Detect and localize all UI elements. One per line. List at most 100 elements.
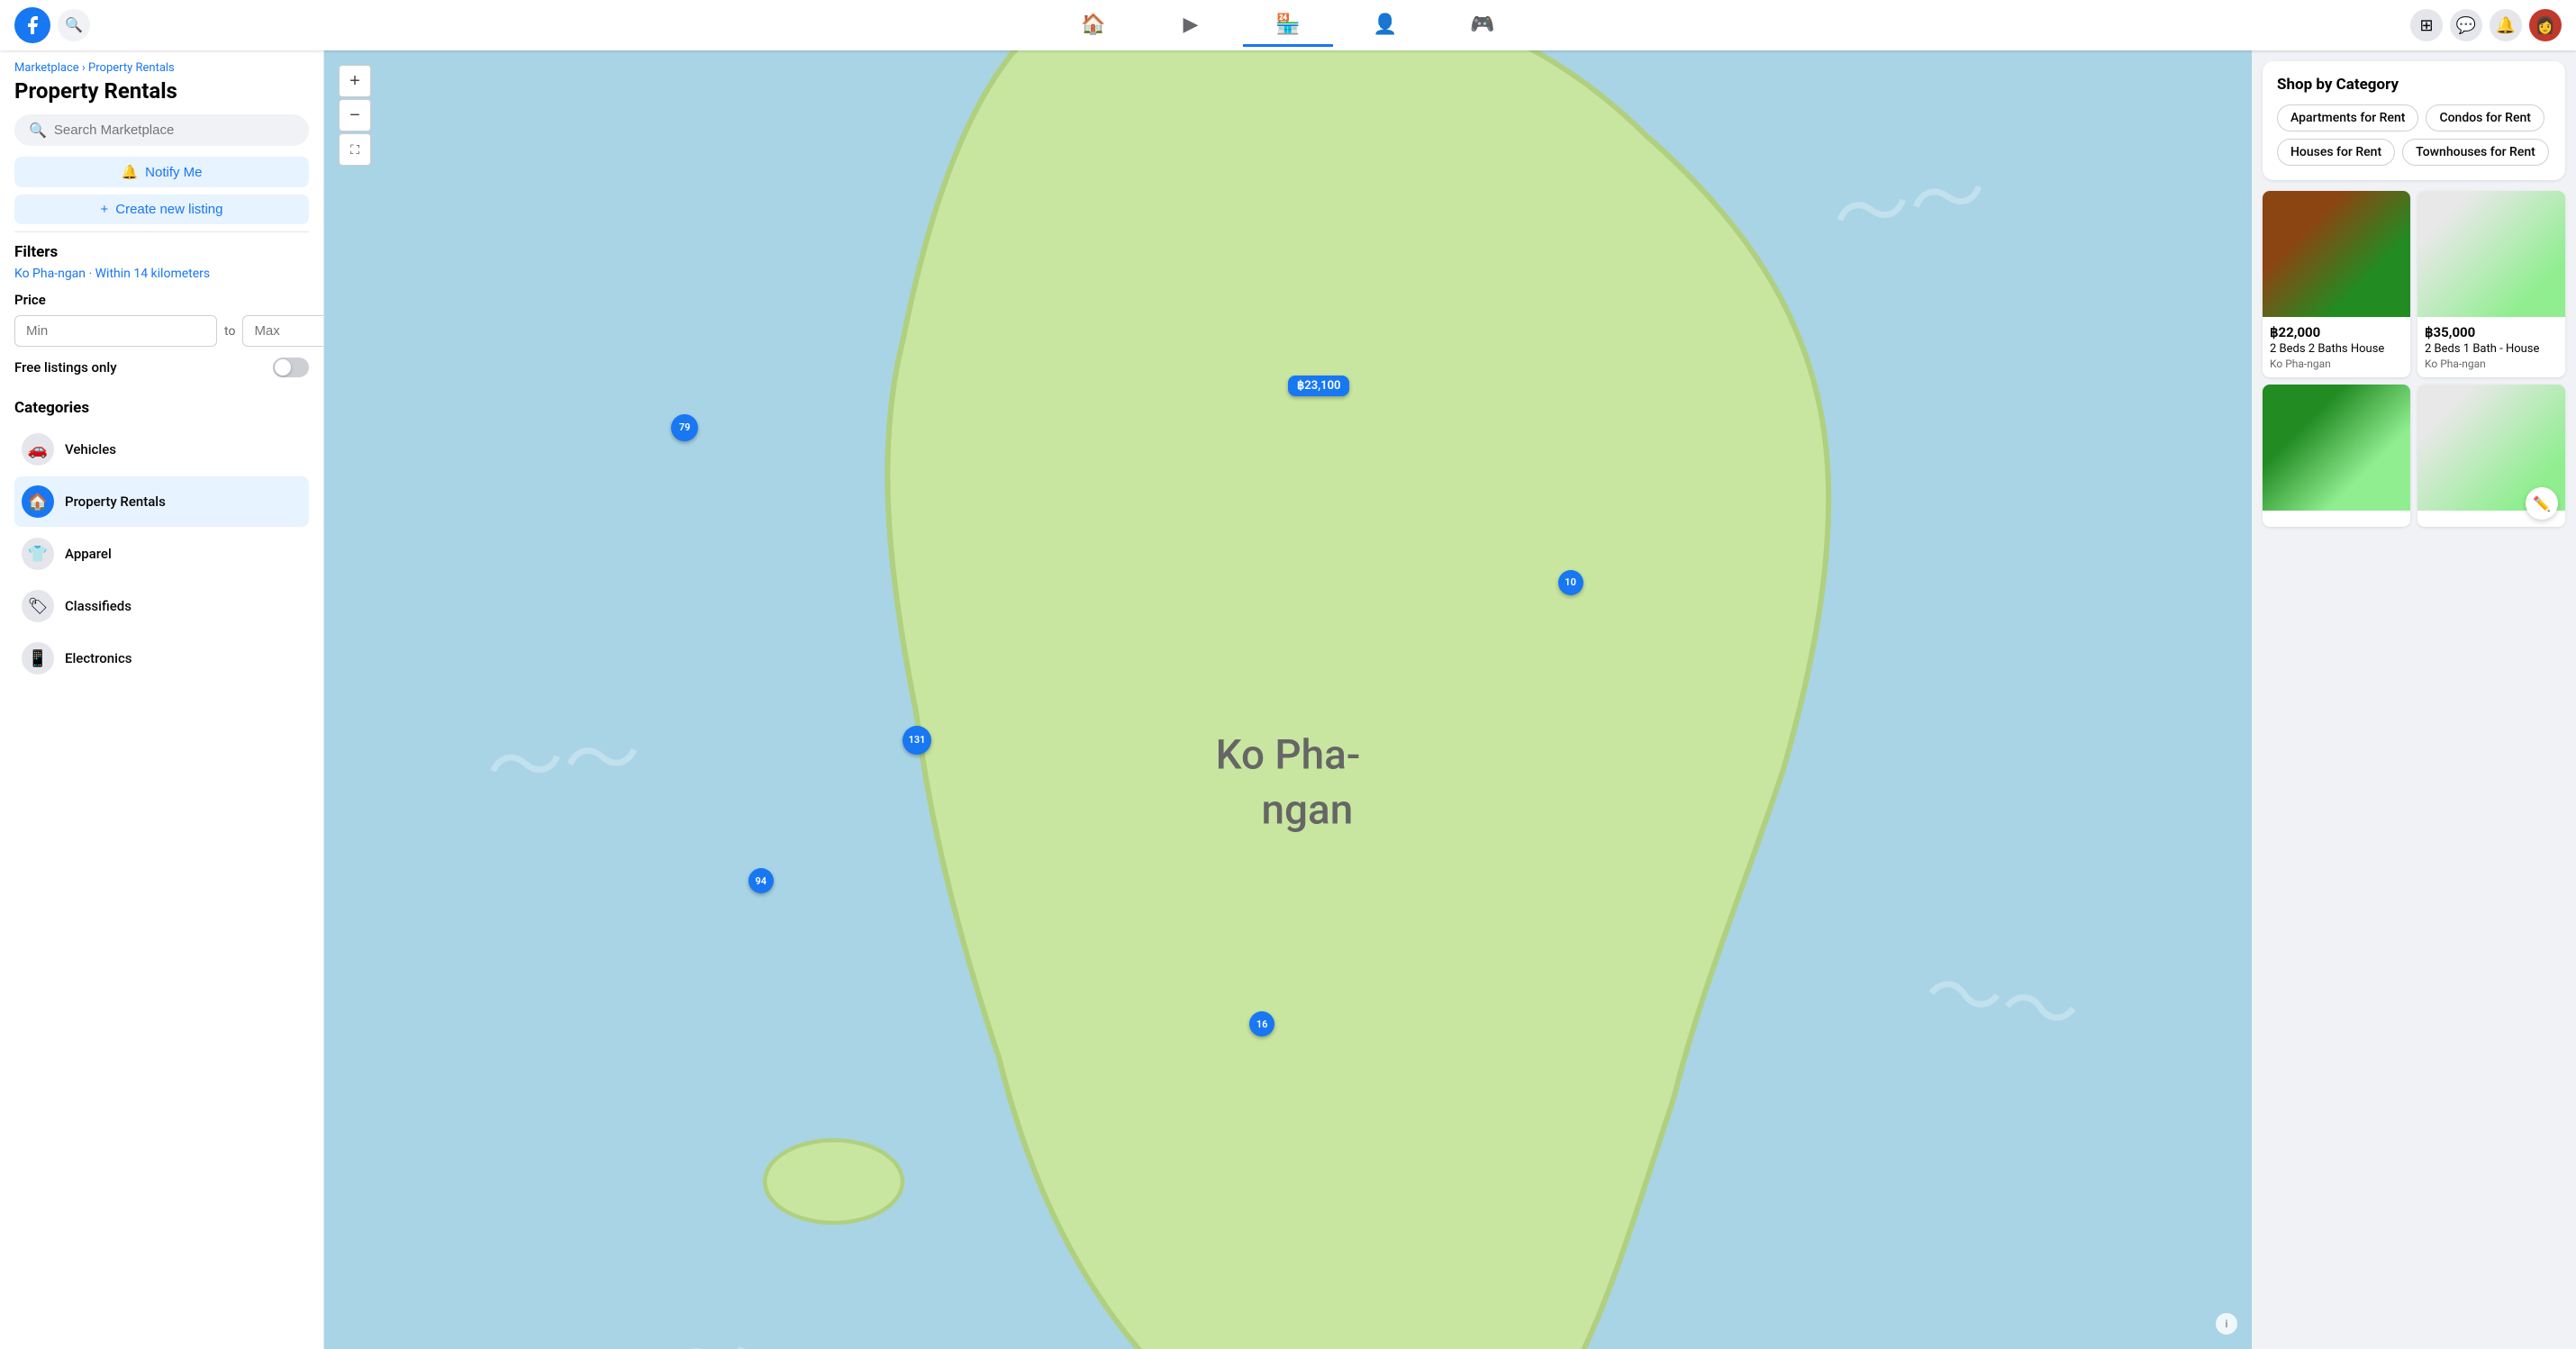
- electronics-label: Electronics: [65, 650, 132, 666]
- property-rentals-icon: 🏠: [22, 485, 54, 518]
- listing-info-2: ฿35,000 2 Beds 1 Bath - House Ko Pha-nga…: [2417, 317, 2565, 377]
- grid-icon[interactable]: ⊞: [2410, 9, 2443, 41]
- breadcrumb-marketplace[interactable]: Marketplace: [14, 61, 79, 75]
- svg-text:〜〜: 〜〜: [484, 711, 645, 815]
- svg-text:Ko Pha-: Ko Pha-: [1216, 730, 1361, 779]
- property-rentals-label: Property Rentals: [65, 493, 166, 510]
- messenger-icon[interactable]: 💬: [2450, 9, 2482, 41]
- map-zoom-out-button[interactable]: −: [339, 99, 371, 131]
- nav-right: ⊞ 💬 🔔 👩: [1925, 9, 2562, 41]
- shop-by-category-card: Shop by Category Apartments for Rent Con…: [2263, 61, 2565, 180]
- search-icon: 🔍: [29, 122, 47, 139]
- tag-houses[interactable]: Houses for Rent: [2277, 139, 2395, 166]
- listing-info-3: [2263, 511, 2410, 527]
- toggle-knob: [275, 359, 291, 376]
- breadcrumb-current: Property Rentals: [88, 61, 175, 75]
- nav-left: 🔍: [14, 7, 651, 43]
- nav-gaming-button[interactable]: 🎮: [1438, 4, 1528, 47]
- price-to-label: to: [224, 324, 235, 339]
- bell-icon: 🔔: [121, 164, 138, 180]
- listings-grid: ฿22,000 2 Beds 2 Baths House Ko Pha-ngan…: [2263, 191, 2565, 527]
- listing-location-1: Ko Pha-ngan: [2270, 358, 2403, 370]
- listing-image-1: [2263, 191, 2410, 317]
- price-label: Price: [14, 292, 309, 308]
- vehicles-label: Vehicles: [65, 441, 116, 457]
- map-zoom-in-button[interactable]: +: [339, 65, 371, 97]
- listing-image-3: [2263, 385, 2410, 511]
- breadcrumb-separator: ›: [82, 61, 88, 75]
- sidebar-item-classifieds[interactable]: 🏷 Classifieds: [14, 581, 309, 631]
- create-label: Create new listing: [115, 202, 222, 217]
- facebook-logo[interactable]: [14, 7, 50, 43]
- map-marker-79[interactable]: 79: [671, 414, 698, 441]
- map-marker-10[interactable]: 10: [1558, 570, 1583, 595]
- sidebar-item-apparel[interactable]: 👕 Apparel: [14, 529, 309, 579]
- price-min-input[interactable]: [14, 315, 217, 347]
- right-panel: Shop by Category Apartments for Rent Con…: [2252, 50, 2576, 1349]
- free-listings-toggle[interactable]: [273, 358, 309, 377]
- price-max-input[interactable]: [242, 315, 324, 347]
- sidebar-item-property-rentals[interactable]: 🏠 Property Rentals: [14, 476, 309, 527]
- map-fullscreen-button[interactable]: ⛶: [339, 133, 371, 166]
- nav-video-button[interactable]: ▶: [1146, 4, 1236, 47]
- listing-price-2: ฿35,000: [2425, 324, 2558, 340]
- filter-location[interactable]: Ko Pha-ngan · Within 14 kilometers: [14, 267, 309, 281]
- free-listings-label: Free listings only: [14, 359, 117, 376]
- nav-center: 🏠 ▶ 🏪 👤 🎮: [651, 4, 1925, 47]
- listing-desc-1: 2 Beds 2 Baths House: [2270, 342, 2403, 356]
- map-marker-131[interactable]: 131: [903, 726, 931, 755]
- apparel-label: Apparel: [65, 546, 112, 562]
- category-tags: Apartments for Rent Condos for Rent Hous…: [2277, 104, 2551, 166]
- listing-price-1: ฿22,000: [2270, 324, 2403, 340]
- top-navigation: 🔍 🏠 ▶ 🏪 👤 🎮 ⊞ 💬 🔔 👩: [0, 0, 2576, 50]
- listing-card-1[interactable]: ฿22,000 2 Beds 2 Baths House Ko Pha-ngan: [2263, 191, 2410, 377]
- map-info-button[interactable]: i: [2216, 1313, 2237, 1335]
- price-range-row: to: [14, 315, 309, 347]
- nav-marketplace-button[interactable]: 🏪: [1243, 4, 1333, 47]
- listing-card-3[interactable]: [2263, 385, 2410, 527]
- listing-location-2: Ko Pha-ngan: [2425, 358, 2558, 370]
- svg-text:ngan: ngan: [1262, 786, 1354, 835]
- sidebar-item-electronics[interactable]: 📱 Electronics: [14, 633, 309, 684]
- nav-people-button[interactable]: 👤: [1340, 4, 1430, 47]
- search-box: 🔍: [14, 114, 309, 146]
- listing-info-1: ฿22,000 2 Beds 2 Baths House Ko Pha-ngan: [2263, 317, 2410, 377]
- tag-condos[interactable]: Condos for Rent: [2426, 104, 2544, 131]
- apparel-icon: 👕: [22, 538, 54, 570]
- notify-me-button[interactable]: 🔔 Notify Me: [14, 157, 309, 187]
- map-controls: + − ⛶: [339, 65, 371, 166]
- breadcrumb: Marketplace › Property Rentals: [14, 61, 309, 75]
- listings-wrapper: ฿22,000 2 Beds 2 Baths House Ko Pha-ngan…: [2263, 191, 2565, 527]
- listing-desc-2: 2 Beds 1 Bath - House: [2425, 342, 2558, 356]
- filters-title: Filters: [14, 243, 309, 261]
- map-svg: 〜〜 〜〜 〜〜 〜〜 〜〜 Ko Pha- ngan: [324, 50, 2252, 1349]
- nav-home-button[interactable]: 🏠: [1048, 4, 1138, 47]
- categories-title: Categories: [14, 399, 309, 417]
- page-title: Property Rentals: [14, 78, 309, 104]
- categories-section: Categories 🚗 Vehicles 🏠 Property Rentals…: [14, 399, 309, 684]
- tag-townhouses[interactable]: Townhouses for Rent: [2402, 139, 2549, 166]
- notifications-icon[interactable]: 🔔: [2490, 9, 2522, 41]
- classifieds-label: Classifieds: [65, 598, 132, 614]
- search-button[interactable]: 🔍: [58, 9, 90, 41]
- notify-label: Notify Me: [145, 165, 202, 180]
- search-input[interactable]: [54, 122, 295, 138]
- left-sidebar: Marketplace › Property Rentals Property …: [0, 50, 324, 1349]
- electronics-icon: 📱: [22, 642, 54, 674]
- tag-apartments[interactable]: Apartments for Rent: [2277, 104, 2418, 131]
- free-listings-row: Free listings only: [14, 358, 309, 377]
- create-listing-button[interactable]: + Create new listing: [14, 195, 309, 224]
- map-area: + − ⛶ 〜〜 〜〜 〜〜 〜〜 〜〜 Ko Pha- ngan 79 ฿23…: [324, 50, 2252, 1349]
- vehicles-icon: 🚗: [22, 433, 54, 466]
- sidebar-item-vehicles[interactable]: 🚗 Vehicles: [14, 424, 309, 475]
- main-layout: Marketplace › Property Rentals Property …: [0, 50, 2576, 1349]
- user-avatar[interactable]: 👩: [2529, 9, 2562, 41]
- map-marker-price[interactable]: ฿23,100: [1288, 376, 1349, 396]
- listing-card-2[interactable]: ฿35,000 2 Beds 1 Bath - House Ko Pha-nga…: [2417, 191, 2565, 377]
- filters-section: Filters Ko Pha-ngan · Within 14 kilomete…: [14, 231, 309, 399]
- listing-image-2: [2417, 191, 2565, 317]
- edit-button[interactable]: ✏️: [2526, 487, 2558, 520]
- classifieds-icon: 🏷: [22, 590, 54, 622]
- plus-icon: +: [101, 202, 109, 217]
- shop-title: Shop by Category: [2277, 76, 2551, 94]
